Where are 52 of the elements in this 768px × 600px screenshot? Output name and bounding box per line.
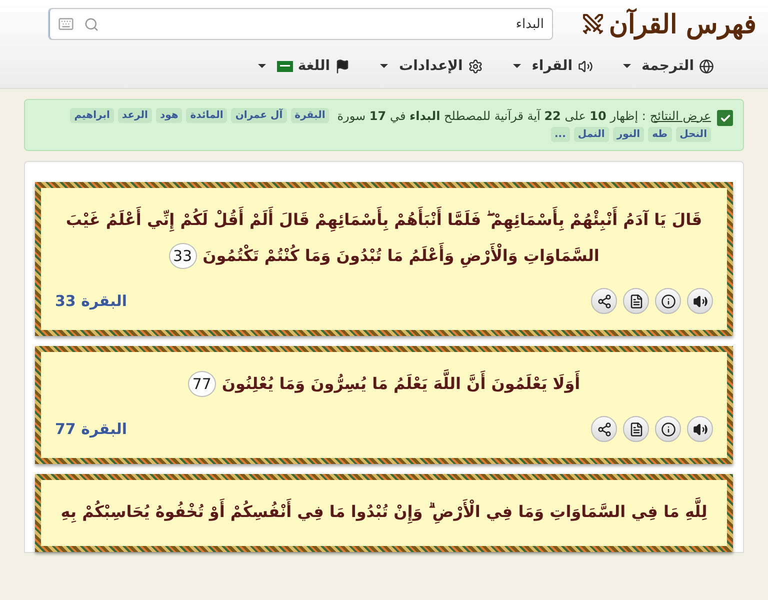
crossed-swords-icon bbox=[580, 12, 605, 36]
verse-number: 77 bbox=[188, 371, 216, 397]
results-label[interactable]: عرض النتائج bbox=[650, 108, 711, 122]
info-button[interactable] bbox=[655, 416, 681, 442]
info-icon bbox=[660, 422, 676, 436]
flag-icon bbox=[335, 58, 350, 74]
checkbox[interactable] bbox=[717, 110, 733, 126]
speaker-icon bbox=[692, 294, 708, 308]
speaker-icon bbox=[692, 422, 708, 436]
caret-icon bbox=[258, 64, 266, 68]
caret-icon bbox=[512, 64, 521, 68]
surah-tag[interactable]: المائدة bbox=[186, 108, 228, 123]
site-logo[interactable]: فهرس القرآن bbox=[580, 8, 756, 40]
menu-dropdown[interactable]: القراء bbox=[512, 54, 593, 78]
surah-tag[interactable]: النمل bbox=[574, 127, 609, 142]
menu-dropdown[interactable]: الإعدادات bbox=[380, 54, 483, 78]
surah-tag[interactable]: طه bbox=[648, 127, 672, 142]
surah-tag[interactable]: ابراهيم bbox=[70, 108, 114, 123]
caret-icon bbox=[622, 64, 631, 68]
pdf-button[interactable] bbox=[623, 416, 649, 442]
verse-text: لِلَّهِ مَا فِي السَّمَاوَاتِ وَمَا فِي الْأَرْضِ ۗ وَإِنْ تُبْدُوا مَا فِي أَنْفُسِكُمْ أَوْ تُخْفُوهُ يُحَاسِبْكُمْ بِهِ bbox=[55, 494, 713, 530]
surah-tag[interactable]: النور bbox=[612, 127, 644, 142]
surah-tag[interactable]: النحل bbox=[676, 127, 711, 142]
speaker-icon bbox=[578, 58, 593, 74]
info-icon bbox=[660, 294, 676, 308]
menu-dropdown[interactable]: الترجمة bbox=[622, 54, 714, 78]
document-icon bbox=[628, 422, 644, 436]
search-icon[interactable] bbox=[84, 16, 99, 32]
verse-reference[interactable]: البقرة 33 bbox=[55, 292, 127, 310]
surah-tag[interactable]: هود bbox=[156, 108, 182, 123]
surah-tag[interactable]: البقرة bbox=[290, 108, 330, 123]
pdf-button[interactable] bbox=[623, 288, 649, 314]
verse-reference[interactable]: البقرة 77 bbox=[55, 420, 127, 438]
document-icon bbox=[628, 294, 644, 308]
info-button[interactable] bbox=[655, 288, 681, 314]
settings-icon bbox=[468, 58, 483, 74]
check-icon bbox=[720, 112, 730, 124]
audio-button[interactable] bbox=[687, 416, 713, 442]
share-button[interactable] bbox=[591, 416, 617, 442]
flag-icon bbox=[276, 60, 293, 72]
share-button[interactable] bbox=[591, 288, 617, 314]
surah-tag[interactable]: آل عمران bbox=[231, 108, 287, 123]
globe-icon bbox=[699, 58, 714, 74]
menu-dropdown[interactable]: اللغة bbox=[258, 54, 350, 78]
verse-number: 33 bbox=[168, 243, 197, 269]
audio-button[interactable] bbox=[687, 288, 713, 314]
search-field[interactable]: البداء bbox=[48, 8, 553, 40]
share-icon bbox=[596, 422, 612, 436]
surah-tag[interactable]: الرعد bbox=[118, 108, 152, 123]
surah-tag[interactable]: ... bbox=[550, 127, 570, 142]
share-icon bbox=[596, 294, 612, 308]
caret-icon bbox=[380, 64, 388, 68]
